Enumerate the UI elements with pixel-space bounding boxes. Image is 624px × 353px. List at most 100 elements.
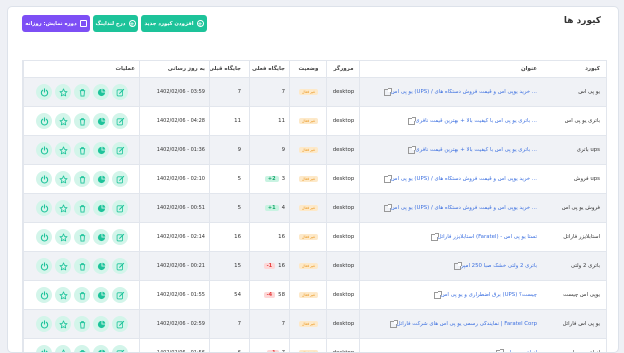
star-icon <box>59 204 68 213</box>
delete-button[interactable] <box>74 229 90 245</box>
delete-button[interactable] <box>74 316 90 332</box>
operations-cell <box>23 223 140 251</box>
current-rank-cell: -1 7 <box>249 339 289 353</box>
external-link-icon[interactable] <box>384 89 391 96</box>
updated-time: 1402/02/06 - 01:55 <box>157 292 205 298</box>
keyword-cell: یوپی اس چیست <box>542 281 606 309</box>
chart-button[interactable] <box>93 142 109 158</box>
plus-circle-icon: + <box>197 20 204 27</box>
chart-button[interactable] <box>93 316 109 332</box>
delete-button[interactable] <box>74 84 90 100</box>
external-link-icon[interactable] <box>408 147 415 154</box>
power-button[interactable] <box>36 258 52 274</box>
star-button[interactable] <box>55 229 71 245</box>
status-cell: غیر فعال <box>289 281 327 309</box>
power-button[interactable] <box>36 142 52 158</box>
power-button[interactable] <box>36 229 52 245</box>
page-title-link[interactable]: باتری یو پی اس با کیفیت بالا + بهترین قی… <box>415 147 537 153</box>
browser-cell: desktop <box>326 223 360 251</box>
external-link-icon[interactable] <box>454 263 461 270</box>
delete-button[interactable] <box>74 345 90 353</box>
power-button[interactable] <box>36 345 52 353</box>
keyword-cell: یو پی اس <box>542 78 606 106</box>
power-button[interactable] <box>36 84 52 100</box>
edit-icon <box>116 146 125 155</box>
power-button[interactable] <box>36 171 52 187</box>
edit-button[interactable] <box>112 142 128 158</box>
page-title-link[interactable]: نمایندگی رسمی یو پی اس های شرکت فاراتل |… <box>397 321 537 327</box>
edit-button[interactable] <box>112 316 128 332</box>
delete-button[interactable] <box>74 142 90 158</box>
star-icon <box>59 233 68 242</box>
external-link-icon[interactable] <box>408 118 415 125</box>
star-button[interactable] <box>55 113 71 129</box>
operations-cell <box>23 78 140 106</box>
edit-icon <box>116 88 125 97</box>
star-button[interactable] <box>55 84 71 100</box>
power-button[interactable] <box>36 113 52 129</box>
power-icon <box>40 291 49 300</box>
external-link-icon[interactable] <box>384 205 391 212</box>
set-landing-button[interactable]: درج لنداینگ + <box>93 15 138 32</box>
keyword-cell: انواع یو پی اس <box>542 339 606 353</box>
delete-button[interactable] <box>74 113 90 129</box>
chart-icon <box>97 233 106 242</box>
star-button[interactable] <box>55 200 71 216</box>
power-button[interactable] <box>36 200 52 216</box>
edit-button[interactable] <box>112 229 128 245</box>
edit-icon <box>116 291 125 300</box>
chart-button[interactable] <box>93 287 109 303</box>
page-title-link[interactable]: یو پی اس (UPS) / خرید یوپی اس و قیمت فرو… <box>391 205 537 211</box>
edit-button[interactable] <box>112 171 128 187</box>
power-button[interactable] <box>36 287 52 303</box>
page-title-link[interactable]: یو پی اس (UPS) / خرید یوپی اس و قیمت فرو… <box>391 89 537 95</box>
external-link-icon[interactable] <box>434 292 441 299</box>
page-title-link[interactable]: برق اضطراری و یو پی اس (UPS) چیست؟ <box>441 292 537 298</box>
add-keyword-button[interactable]: افزودن کیورد جدید + <box>141 15 207 32</box>
operations-cell <box>23 339 140 353</box>
chart-button[interactable] <box>93 345 109 353</box>
report-period-button[interactable]: دوره نمایش: روزانه <box>22 15 90 32</box>
previous-rank-cell: 5 <box>209 165 249 193</box>
edit-button[interactable] <box>112 345 128 353</box>
title-cell: استابلایزر فاراتل (Faratel) - تستا یو پی… <box>359 223 542 251</box>
external-link-icon[interactable] <box>384 176 391 183</box>
chart-button[interactable] <box>93 113 109 129</box>
title-cell: یو پی اس (UPS) / خرید یوپی اس و قیمت فرو… <box>359 78 542 106</box>
chart-button[interactable] <box>93 200 109 216</box>
star-button[interactable] <box>55 142 71 158</box>
star-button[interactable] <box>55 316 71 332</box>
page-title-link[interactable]: باتری یو پی اس با کیفیت بالا + بهترین قی… <box>415 118 537 124</box>
edit-button[interactable] <box>112 258 128 274</box>
edit-button[interactable] <box>112 84 128 100</box>
delete-button[interactable] <box>74 258 90 274</box>
star-button[interactable] <box>55 258 71 274</box>
table-row: باتری یو پی اس باتری یو پی اس با کیفیت ب… <box>23 107 606 136</box>
chart-button[interactable] <box>93 229 109 245</box>
rank-change-badge: +2 <box>265 176 279 182</box>
chart-button[interactable] <box>93 171 109 187</box>
star-button[interactable] <box>55 345 71 353</box>
chart-button[interactable] <box>93 84 109 100</box>
power-icon <box>40 146 49 155</box>
edit-button[interactable] <box>112 200 128 216</box>
external-link-icon[interactable] <box>496 350 503 353</box>
page-title-link[interactable]: یو پی اس (UPS) / خرید یوپی اس و قیمت فرو… <box>391 176 537 182</box>
edit-icon <box>116 204 125 213</box>
delete-button[interactable] <box>74 200 90 216</box>
star-button[interactable] <box>55 171 71 187</box>
power-button[interactable] <box>36 316 52 332</box>
browser-cell: desktop <box>326 194 360 222</box>
delete-button[interactable] <box>74 287 90 303</box>
chart-icon <box>97 117 106 126</box>
chart-button[interactable] <box>93 258 109 274</box>
page-title-link[interactable]: باتری 2 ولتی خشک صبا 250 آمپر <box>461 263 537 269</box>
status-badge: غیر فعال <box>299 263 318 269</box>
delete-button[interactable] <box>74 171 90 187</box>
edit-button[interactable] <box>112 287 128 303</box>
edit-button[interactable] <box>112 113 128 129</box>
external-link-icon[interactable] <box>390 321 397 328</box>
page-title-link[interactable]: استابلایزر فاراتل (Faratel) - تستا یو پی… <box>438 234 537 240</box>
external-link-icon[interactable] <box>431 234 438 241</box>
star-button[interactable] <box>55 287 71 303</box>
